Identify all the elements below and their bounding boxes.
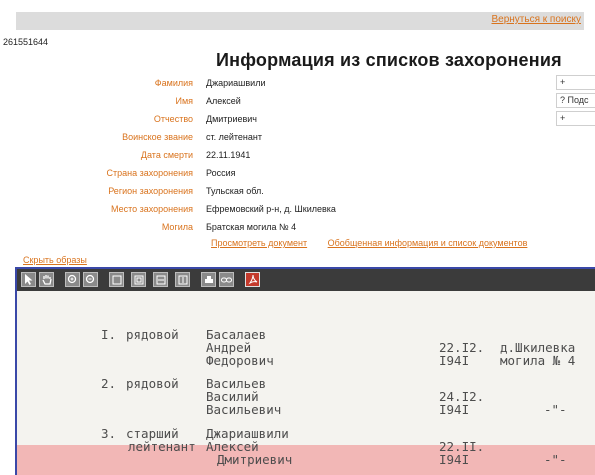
entry-place: могила № 4 xyxy=(500,353,576,368)
field-value: Братская могила № 4 xyxy=(206,222,297,232)
entry-rank: лейтенант xyxy=(128,439,196,454)
print-icon[interactable] xyxy=(201,272,216,287)
fit-page-icon[interactable] xyxy=(131,272,146,287)
document-viewer: I. рядовой Басалаев Андрей Федорович 22.… xyxy=(15,267,595,475)
field-value: 22.11.1941 xyxy=(206,150,251,160)
entry-number: 3. xyxy=(101,426,117,441)
help-button[interactable]: ? Подс xyxy=(556,93,595,108)
field-row-patronymic: Отчество Дмитриевич xyxy=(0,112,560,128)
field-label: Отчество xyxy=(153,114,193,124)
document-scan: I. рядовой Басалаев Андрей Федорович 22.… xyxy=(17,291,595,475)
field-row-rank: Воинское звание ст. лейтенант xyxy=(0,130,560,146)
field-value: Джариашвили xyxy=(206,78,266,88)
entry-place: -"- xyxy=(544,402,567,417)
record-id: 261551644 xyxy=(3,37,49,47)
entry-date: I94I xyxy=(439,353,470,368)
entry-date: I94I xyxy=(439,402,470,417)
expand-button[interactable]: + xyxy=(556,111,595,126)
field-label: Регион захоронения xyxy=(108,186,193,196)
zoom-out-icon[interactable] xyxy=(83,272,98,287)
field-label: Страна захоронения xyxy=(106,168,193,178)
page-title: Информация из списков захоронения xyxy=(216,50,562,70)
entry-rank: рядовой xyxy=(126,327,179,342)
link-icon[interactable] xyxy=(219,272,234,287)
entry-date: I94I xyxy=(439,452,470,467)
field-label: Дата смерти xyxy=(140,150,193,160)
zoom-in-icon[interactable] xyxy=(65,272,80,287)
field-value: ст. лейтенант xyxy=(206,132,263,142)
entry-place: -"- xyxy=(544,452,567,467)
pan-hand-icon[interactable] xyxy=(39,272,54,287)
field-value: Тульская обл. xyxy=(206,186,264,196)
entry-name: Дмитриевич xyxy=(217,452,293,467)
field-label: Могила xyxy=(161,222,193,232)
field-value: Россия xyxy=(206,168,236,178)
hide-images-link[interactable]: Скрыть образы xyxy=(23,255,87,265)
field-label: Фамилия xyxy=(154,78,193,88)
top-bar: Вернуться к поиску xyxy=(16,12,584,30)
field-label: Имя xyxy=(175,96,193,106)
field-row-grave: Могила Братская могила № 4 xyxy=(0,220,560,236)
viewer-toolbar xyxy=(17,269,595,291)
entry-name: Федорович xyxy=(206,353,274,368)
fit-height-icon[interactable] xyxy=(175,272,190,287)
field-row-region: Регион захоронения Тульская обл. xyxy=(0,184,560,200)
field-row-name: Имя Алексей xyxy=(0,94,560,110)
entry-name: Васильевич xyxy=(206,402,282,417)
expand-button[interactable]: + xyxy=(556,75,595,90)
field-value: Дмитриевич xyxy=(206,114,257,124)
select-arrow-icon[interactable] xyxy=(21,272,36,287)
summary-documents-link[interactable]: Обобщенная информация и список документо… xyxy=(328,238,528,248)
field-value: Ефремовский р-н, д. Шкилевка xyxy=(206,204,336,214)
pdf-icon[interactable] xyxy=(245,272,260,287)
field-label: Место захоронения xyxy=(110,204,193,214)
field-row-burial-place: Место захоронения Ефремовский р-н, д. Шк… xyxy=(0,202,560,218)
field-row-surname: Фамилия Джариашвили xyxy=(0,76,560,92)
field-row-country: Страна захоронения Россия xyxy=(0,166,560,182)
view-document-link[interactable]: Просмотреть документ xyxy=(211,238,307,248)
entry-number: I. xyxy=(101,327,117,342)
field-label: Воинское звание xyxy=(122,132,193,142)
field-value: Алексей xyxy=(206,96,241,106)
fit-width-icon[interactable] xyxy=(153,272,168,287)
highlighted-row xyxy=(17,445,595,475)
actual-size-icon[interactable] xyxy=(109,272,124,287)
entry-rank: рядовой xyxy=(126,376,179,391)
field-row-death-date: Дата смерти 22.11.1941 xyxy=(0,148,560,164)
entry-number: 2. xyxy=(101,376,117,391)
back-to-search-link[interactable]: Вернуться к поиску xyxy=(491,14,581,25)
document-links: Просмотреть документ Обобщенная информац… xyxy=(211,238,545,248)
